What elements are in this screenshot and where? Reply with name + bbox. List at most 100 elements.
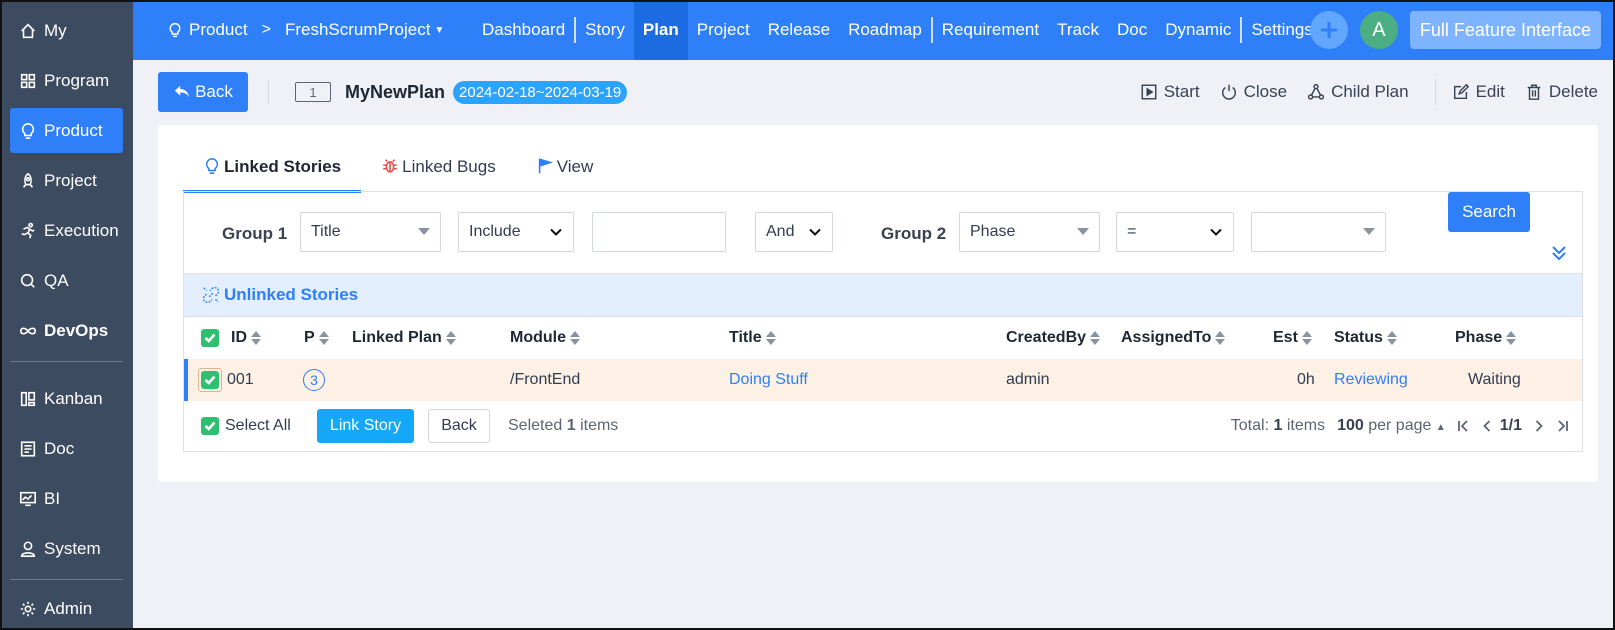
cell-estimate: 0h xyxy=(1297,371,1315,388)
selected-count-text: Seleted 1 items xyxy=(508,417,618,435)
project-switcher[interactable]: FreshScrumProject xyxy=(285,20,430,40)
table-header: ID P Linked Plan Module Title CreatedBy … xyxy=(184,317,1582,359)
col-title[interactable]: Title xyxy=(729,317,776,359)
caret-down-icon xyxy=(418,228,430,235)
sidebar-item-execution[interactable]: Execution xyxy=(10,208,123,253)
col-priority[interactable]: P xyxy=(304,317,329,359)
delete-button[interactable]: Delete xyxy=(1525,82,1598,102)
cell-priority: 3 xyxy=(303,359,325,401)
create-button[interactable] xyxy=(1309,11,1348,49)
nav-requirement[interactable]: Requirement xyxy=(933,0,1048,60)
sidebar-item-kanban[interactable]: Kanban xyxy=(10,376,123,421)
breadcrumb-product[interactable]: Product xyxy=(189,20,248,40)
check-icon xyxy=(204,375,216,385)
checkbox-focus-ring xyxy=(198,368,222,392)
start-label: Start xyxy=(1163,82,1200,101)
select-all-checkbox[interactable]: Select All xyxy=(201,401,291,451)
col-estimate[interactable]: Est xyxy=(1273,317,1312,359)
col-status[interactable]: Status xyxy=(1334,317,1397,359)
col-linked-plan[interactable]: Linked Plan xyxy=(352,317,456,359)
first-page-icon[interactable] xyxy=(1456,419,1470,433)
nav-dashboard[interactable]: Dashboard xyxy=(473,0,574,60)
nav-track[interactable]: Track xyxy=(1048,0,1108,60)
footer-back-button[interactable]: Back xyxy=(428,409,490,443)
tab-label: Linked Bugs xyxy=(402,157,496,176)
double-chevron-down-icon[interactable] xyxy=(1550,244,1568,262)
nav-project[interactable]: Project xyxy=(688,0,759,60)
back-button[interactable]: Back xyxy=(158,72,248,112)
gear-icon xyxy=(18,599,38,619)
caret-down-icon xyxy=(1077,228,1089,235)
full-feature-interface-button[interactable]: Full Feature Interface xyxy=(1409,11,1601,49)
sidebar-item-label: Execution xyxy=(44,220,119,240)
close-button[interactable]: Close xyxy=(1220,82,1287,102)
group1-operator-select[interactable]: Include xyxy=(458,212,574,252)
per-page-select[interactable]: 100 per page ▲ xyxy=(1337,417,1446,435)
sidebar-item-system[interactable]: System xyxy=(10,526,123,571)
search-button[interactable]: Search xyxy=(1448,192,1530,232)
sidebar-item-label: System xyxy=(44,538,101,558)
group1-value-input[interactable] xyxy=(592,212,726,252)
stories-table: ID P Linked Plan Module Title CreatedBy … xyxy=(183,317,1583,452)
sidebar-item-qa[interactable]: QA xyxy=(10,258,123,303)
checkbox-checked xyxy=(201,371,219,389)
sort-icon xyxy=(1386,331,1397,345)
sidebar-item-label: Program xyxy=(44,70,110,90)
col-label: ID xyxy=(231,329,247,346)
start-button[interactable]: Start xyxy=(1140,82,1200,102)
col-assigned-to[interactable]: AssignedTo xyxy=(1121,317,1226,359)
play-icon xyxy=(1141,84,1157,100)
sidebar-item-devops[interactable]: DevOps xyxy=(10,308,123,353)
sidebar-item-label: Kanban xyxy=(44,388,103,408)
next-page-icon[interactable] xyxy=(1532,419,1546,433)
nav-story[interactable]: Story xyxy=(576,0,634,60)
col-module[interactable]: Module xyxy=(510,317,580,359)
main-panel: Linked Stories Linked Bugs View Group 1 … xyxy=(158,125,1598,482)
group2-operator-select[interactable]: = xyxy=(1116,212,1234,252)
col-phase[interactable]: Phase xyxy=(1455,317,1517,359)
priority-badge: 3 xyxy=(303,369,325,391)
link-story-button[interactable]: Link Story xyxy=(317,409,414,443)
tab-view[interactable]: View xyxy=(516,155,614,193)
top-navbar: Product > FreshScrumProject ▼ Dashboard … xyxy=(133,0,1615,60)
group2-field-select[interactable]: Phase xyxy=(959,212,1100,252)
row-checkbox[interactable] xyxy=(198,359,222,401)
edit-button[interactable]: Edit xyxy=(1452,82,1505,102)
tab-linked-bugs[interactable]: Linked Bugs xyxy=(361,155,516,193)
group1-field-value: Title xyxy=(311,223,341,240)
group2-operator-value: = xyxy=(1127,223,1137,240)
col-id[interactable]: ID xyxy=(231,317,261,359)
nav-roadmap[interactable]: Roadmap xyxy=(839,0,931,60)
sidebar-item-project[interactable]: Project xyxy=(10,158,123,203)
nav-plan[interactable]: Plan xyxy=(633,0,688,60)
header-divider xyxy=(268,80,269,104)
lightbulb-icon xyxy=(18,121,38,141)
runner-icon xyxy=(18,221,38,241)
chevron-down-icon[interactable]: ▼ xyxy=(434,25,444,36)
last-page-icon[interactable] xyxy=(1556,419,1570,433)
sidebar-item-doc[interactable]: Doc xyxy=(10,426,123,471)
nav-release[interactable]: Release xyxy=(759,0,839,60)
sidebar-item-my[interactable]: My xyxy=(10,8,123,53)
page-indicator: 1/1 xyxy=(1499,417,1522,434)
check-icon xyxy=(204,421,216,431)
tab-linked-stories[interactable]: Linked Stories xyxy=(183,155,362,193)
child-plan-button[interactable]: Child Plan xyxy=(1307,82,1409,102)
prev-page-icon[interactable] xyxy=(1480,419,1494,433)
group2-value-select[interactable] xyxy=(1251,212,1386,252)
col-created-by[interactable]: CreatedBy xyxy=(1006,317,1101,359)
sidebar-item-program[interactable]: Program xyxy=(10,58,123,103)
select-all-header-checkbox[interactable] xyxy=(201,317,219,359)
avatar[interactable]: A xyxy=(1359,11,1398,49)
nav-dynamic[interactable]: Dynamic xyxy=(1156,0,1240,60)
nav-doc[interactable]: Doc xyxy=(1108,0,1156,60)
group-logic-select[interactable]: And xyxy=(755,212,833,252)
table-row[interactable]: 001 3 /FrontEnd Doing Stuff admin 0h Rev… xyxy=(184,359,1582,401)
sidebar-item-product[interactable]: Product xyxy=(10,108,123,153)
story-title-link[interactable]: Doing Stuff xyxy=(729,359,808,401)
sidebar-item-label: Doc xyxy=(44,438,75,458)
sidebar-item-bi[interactable]: BI xyxy=(10,476,123,521)
sidebar-item-admin[interactable]: Admin xyxy=(10,594,123,624)
group1-field-select[interactable]: Title xyxy=(300,212,441,252)
sidebar: My Program Product Project Execution QA … xyxy=(0,0,133,630)
